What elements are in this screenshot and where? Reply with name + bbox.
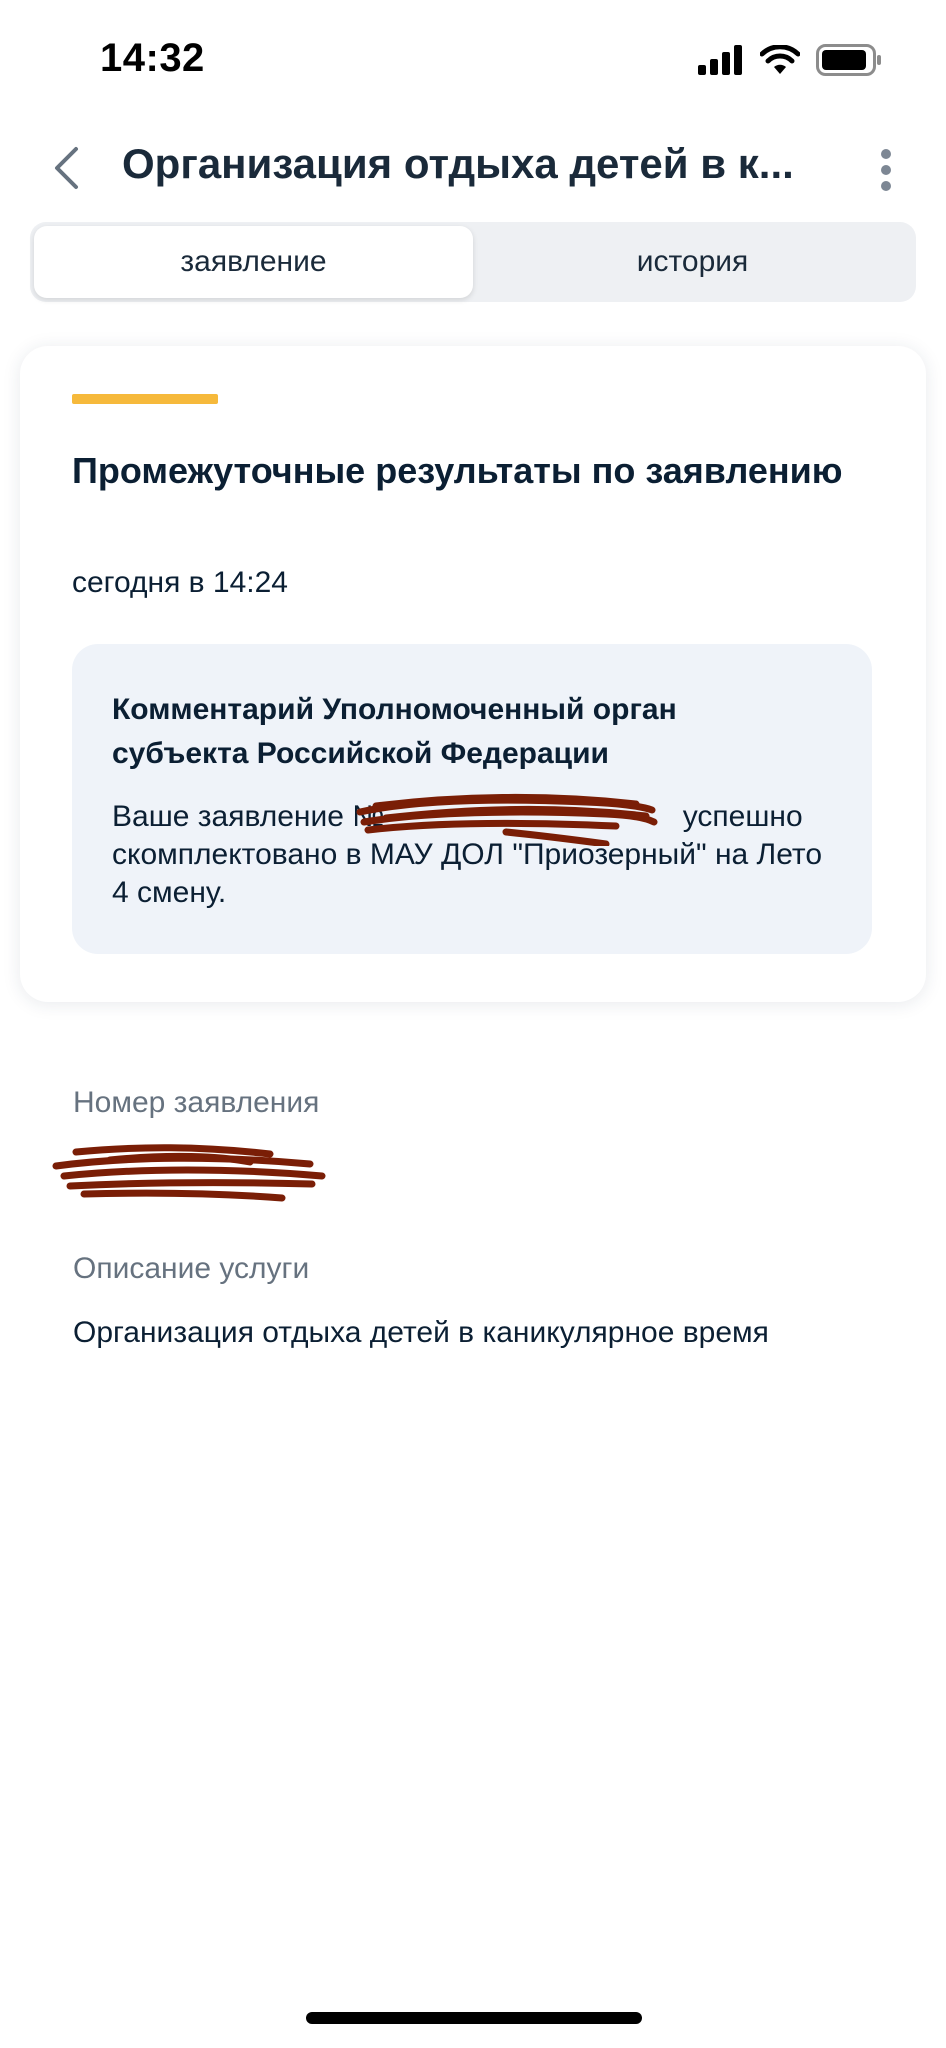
status-date: сегодня в 14:24	[72, 566, 288, 599]
status-bar: 14:32	[0, 0, 946, 120]
tab-application[interactable]: заявление	[34, 226, 473, 298]
wifi-icon	[760, 45, 800, 74]
service-description-label: Описание услуги	[73, 1252, 310, 1285]
comment-text-before: Ваше заявление №	[112, 800, 385, 833]
status-accent-bar	[72, 394, 218, 404]
header: Организация отдыха детей в к...	[0, 130, 946, 210]
comment-title: Комментарий Уполномоченный орган субъект…	[112, 693, 677, 770]
status-title: Промежуточные результаты по заявлению	[72, 450, 843, 491]
redacted-application-number-value	[52, 1144, 326, 1202]
battery-icon	[816, 44, 881, 76]
page-title: Организация отдыха детей в к...	[122, 140, 794, 187]
cellular-signal-icon	[698, 45, 742, 75]
service-description-value: Организация отдыха детей в каникулярное …	[73, 1316, 769, 1349]
status-time: 14:32	[100, 36, 205, 80]
home-indicator	[306, 2012, 642, 2024]
redacted-application-number	[384, 800, 674, 830]
application-number-label: Номер заявления	[73, 1086, 320, 1119]
tab-bar: заявление история	[30, 222, 916, 302]
more-vertical-icon	[881, 149, 891, 191]
more-button[interactable]	[866, 140, 906, 200]
status-icons	[698, 44, 882, 76]
status-card: Промежуточные результаты по заявлению се…	[20, 346, 926, 1002]
screen: 14:32 Организация отдыха детей в к... за…	[0, 0, 946, 2048]
back-button[interactable]	[44, 138, 88, 198]
tab-history[interactable]: история	[473, 226, 912, 298]
chevron-left-icon	[55, 147, 78, 189]
comment-box: Комментарий Уполномоченный орган субъект…	[72, 644, 872, 954]
comment-text: Ваше заявление № успешно скомплектовано …	[112, 798, 842, 912]
